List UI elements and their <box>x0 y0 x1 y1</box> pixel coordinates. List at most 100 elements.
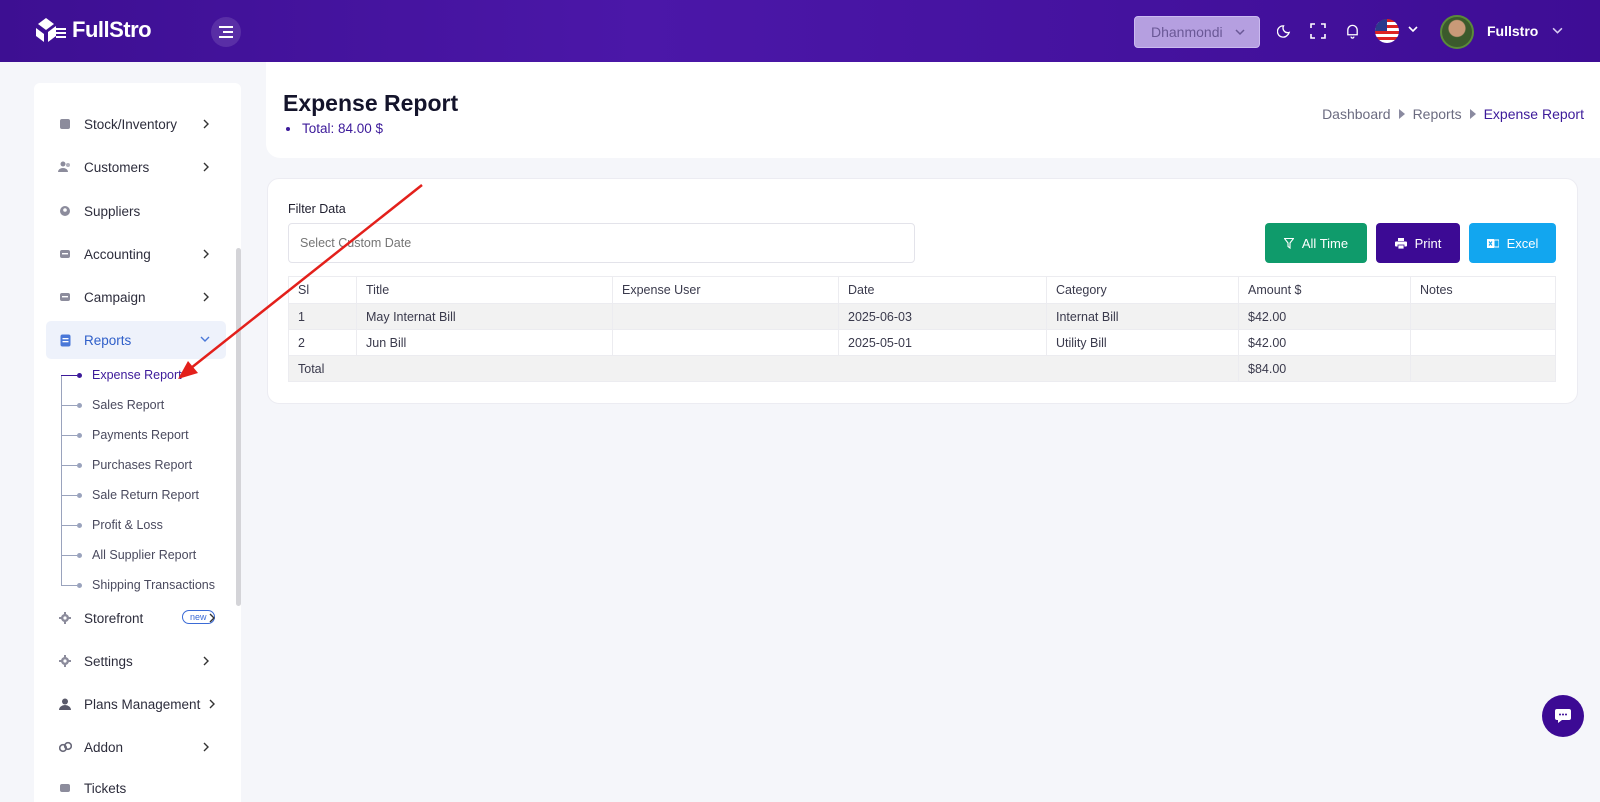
cell-sl: 1 <box>288 303 357 330</box>
sidebar-item-label: Customers <box>84 159 150 175</box>
excel-label: Excel <box>1506 235 1539 251</box>
cell-sl: 2 <box>288 329 357 356</box>
chevron-right-icon <box>203 292 209 302</box>
excel-button[interactable]: Excel <box>1469 223 1556 263</box>
branch-select-value: Dhanmondi <box>1151 24 1223 40</box>
print-button[interactable]: Print <box>1376 223 1460 263</box>
sidebar-item-label: Suppliers <box>84 203 141 219</box>
chevron-down-icon[interactable] <box>1408 24 1418 34</box>
breadcrumb-current: Expense Report <box>1483 106 1584 122</box>
us-flag-icon[interactable] <box>1375 19 1399 43</box>
total-label: Total <box>288 355 1239 382</box>
sub-item-label: Sale Return Report <box>92 488 200 502</box>
column-header: Expense User <box>612 276 839 304</box>
column-header: Date <box>838 276 1047 304</box>
avatar[interactable] <box>1440 15 1474 49</box>
report-card: Filter Data All Time Print Excel Sl Titl… <box>267 178 1578 404</box>
sidebar-item-storefront[interactable]: Storefront new <box>46 599 226 637</box>
caret-right-icon <box>1469 109 1476 119</box>
bullet-icon <box>77 402 82 408</box>
menu-icon <box>219 26 233 38</box>
sub-item-shipping-transactions[interactable]: Shipping Transactions <box>61 573 231 597</box>
chevron-right-icon <box>203 162 209 172</box>
sub-item-expense-report[interactable]: Expense Report <box>61 363 231 387</box>
sub-item-all-supplier-report[interactable]: All Supplier Report <box>61 543 231 567</box>
bullet-icon <box>77 462 82 468</box>
top-navbar: FullStro Dhanmondi Fullstro <box>0 0 1600 62</box>
cell-notes <box>1410 355 1556 382</box>
sub-item-sales-report[interactable]: Sales Report <box>61 393 231 417</box>
sidebar-item-campaign[interactable]: Campaign <box>46 278 226 316</box>
bullet-icon <box>77 432 82 438</box>
user-name[interactable]: Fullstro <box>1487 23 1538 39</box>
wallet-icon <box>58 247 72 261</box>
all-time-button[interactable]: All Time <box>1265 223 1367 263</box>
printer-icon <box>1394 237 1407 249</box>
store-icon <box>58 611 72 625</box>
total-amount: $84.00 <box>1238 355 1411 382</box>
chat-icon <box>1555 709 1571 723</box>
sidebar-item-plans-management[interactable]: Plans Management <box>46 685 226 723</box>
sub-item-profit-loss[interactable]: Profit & Loss <box>61 513 231 537</box>
cell-title: May Internat Bill <box>356 303 613 330</box>
users-icon <box>58 160 72 174</box>
sidebar-item-suppliers[interactable]: Suppliers <box>46 192 226 230</box>
breadcrumb-reports[interactable]: Reports <box>1413 106 1462 122</box>
chevron-right-icon <box>209 613 215 623</box>
custom-date-input[interactable] <box>288 223 915 263</box>
sidebar-item-label: Campaign <box>84 289 146 305</box>
chevron-down-icon <box>200 336 210 342</box>
link-icon <box>58 740 72 754</box>
sidebar-item-label: Storefront <box>84 610 144 626</box>
sidebar-item-label: Settings <box>84 653 133 669</box>
sub-item-label: Shipping Transactions <box>92 578 215 592</box>
sidebar-item-label: Accounting <box>84 246 151 262</box>
print-label: Print <box>1414 235 1442 251</box>
filter-label: Filter Data <box>288 202 346 216</box>
sidebar-item-addon[interactable]: Addon <box>46 728 226 766</box>
sub-item-purchases-report[interactable]: Purchases Report <box>61 453 231 477</box>
chat-button[interactable] <box>1542 695 1584 737</box>
sidebar-item-accounting[interactable]: Accounting <box>46 235 226 273</box>
supplier-icon <box>58 204 72 218</box>
moon-icon <box>1276 24 1290 38</box>
chevron-right-icon <box>209 699 215 709</box>
branch-select[interactable]: Dhanmondi <box>1134 16 1260 48</box>
menu-toggle-button[interactable] <box>211 17 241 47</box>
sub-item-label: Sales Report <box>92 398 165 412</box>
sub-item-sale-return-report[interactable]: Sale Return Report <box>61 483 231 507</box>
sidebar-item-stock-inventory[interactable]: Stock/Inventory <box>46 105 226 143</box>
sub-item-label: All Supplier Report <box>92 548 197 562</box>
ticket-icon <box>58 781 72 795</box>
chevron-down-icon[interactable] <box>1552 25 1563 36</box>
bullet-icon <box>77 522 82 528</box>
all-time-label: All Time <box>1301 235 1349 251</box>
sidebar-item-tickets[interactable]: Tickets <box>46 773 226 802</box>
sub-item-label: Expense Report <box>92 368 182 382</box>
sidebar-item-label: Stock/Inventory <box>84 116 178 132</box>
sidebar-item-customers[interactable]: Customers <box>46 148 226 186</box>
chevron-right-icon <box>203 742 209 752</box>
sub-item-label: Purchases Report <box>92 458 193 472</box>
logo[interactable]: FullStro <box>34 16 152 44</box>
column-header: Title <box>356 276 613 304</box>
breadcrumb: Dashboard Reports Expense Report <box>1322 106 1584 122</box>
chevron-right-icon <box>203 119 209 129</box>
breadcrumb-dashboard[interactable]: Dashboard <box>1322 106 1391 122</box>
sidebar-scrollbar[interactable] <box>236 248 241 606</box>
cell-notes <box>1410 303 1556 330</box>
report-icon <box>58 333 72 347</box>
sidebar-item-settings[interactable]: Settings <box>46 642 226 680</box>
sidebar-item-label: Addon <box>84 739 124 755</box>
fullscreen-button[interactable] <box>1307 20 1329 42</box>
logo-text: FullStro <box>72 17 152 42</box>
filter-icon <box>1283 237 1294 249</box>
bullet-icon <box>77 492 82 498</box>
page-total: Total: 84.00 $ <box>286 121 383 136</box>
gear-icon <box>58 654 72 668</box>
sidebar-item-reports[interactable]: Reports <box>46 321 226 359</box>
dark-mode-toggle[interactable] <box>1273 20 1295 42</box>
sub-item-payments-report[interactable]: Payments Report <box>61 423 231 447</box>
box-icon <box>58 117 72 131</box>
notifications-button[interactable] <box>1341 20 1363 42</box>
